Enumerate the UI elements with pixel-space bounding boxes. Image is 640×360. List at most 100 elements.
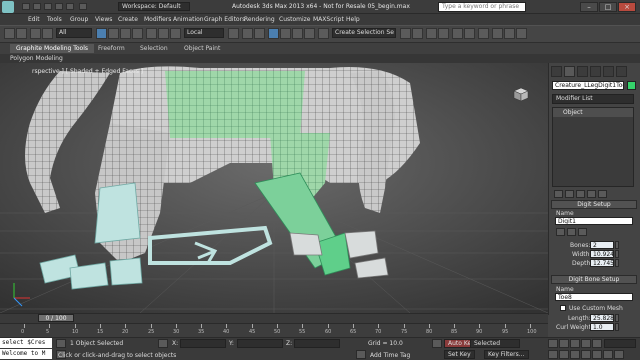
hierarchy-panel-icon[interactable] bbox=[577, 66, 588, 77]
digit-setup-rollout-header[interactable]: Digit Setup bbox=[551, 200, 637, 209]
bone-name-field[interactable]: Toe8 bbox=[555, 293, 633, 301]
percent-snap-icon[interactable] bbox=[292, 28, 303, 39]
maximize-button[interactable]: □ bbox=[599, 2, 617, 12]
add-time-tag-icon[interactable] bbox=[356, 350, 366, 359]
graphite-toggle-icon[interactable] bbox=[438, 28, 449, 39]
zoom-all-icon[interactable] bbox=[559, 350, 569, 359]
keyboard-shortcut-override-icon[interactable] bbox=[254, 28, 265, 39]
digit-name-field[interactable]: Digit1 bbox=[555, 217, 633, 225]
length-spinner[interactable] bbox=[615, 314, 619, 322]
remove-modifier-icon[interactable] bbox=[587, 190, 596, 198]
curl-weight-spinner[interactable] bbox=[615, 323, 619, 331]
menu-modifiers[interactable]: Modifiers bbox=[144, 16, 171, 23]
close-button[interactable]: × bbox=[618, 2, 636, 12]
absolute-offset-toggle-icon[interactable] bbox=[158, 339, 168, 348]
make-unique-icon[interactable] bbox=[576, 190, 585, 198]
zoom-icon[interactable] bbox=[548, 350, 558, 359]
display-panel-icon[interactable] bbox=[603, 66, 614, 77]
menu-graph-editors[interactable]: Graph Editors bbox=[204, 16, 245, 23]
set-key-button[interactable]: Set Key bbox=[444, 350, 475, 359]
play-icon[interactable] bbox=[570, 339, 580, 348]
key-icon[interactable] bbox=[432, 339, 442, 348]
new-file-icon[interactable] bbox=[22, 3, 30, 10]
save-file-icon[interactable] bbox=[44, 3, 52, 10]
render-production-icon[interactable] bbox=[516, 28, 527, 39]
stack-item-object[interactable]: Object bbox=[553, 108, 633, 117]
minimize-button[interactable]: – bbox=[580, 2, 598, 12]
key-filters-button[interactable]: Key Filters... bbox=[484, 350, 529, 359]
app-logo-icon[interactable] bbox=[2, 1, 14, 13]
polygon-modeling-label[interactable]: Polygon Modeling bbox=[10, 55, 63, 62]
tab-graphite-modeling-tools[interactable]: Graphite Modeling Tools bbox=[10, 44, 95, 53]
show-end-result-icon[interactable] bbox=[565, 190, 574, 198]
current-frame-field[interactable] bbox=[604, 339, 636, 348]
digit-bone-setup-rollout-header[interactable]: Digit Bone Setup bbox=[551, 275, 637, 284]
menu-help[interactable]: Help bbox=[346, 16, 360, 23]
select-link-icon[interactable] bbox=[30, 28, 41, 39]
curl-weight-field[interactable]: 1.0 bbox=[590, 323, 614, 331]
undo-icon[interactable] bbox=[4, 28, 15, 39]
menu-tools[interactable]: Tools bbox=[47, 16, 62, 23]
menu-rendering[interactable]: Rendering bbox=[244, 16, 275, 23]
select-manipulate-icon[interactable] bbox=[242, 28, 253, 39]
viewcube-icon[interactable] bbox=[511, 86, 531, 102]
named-selection-dropdown[interactable]: Create Selection Se bbox=[332, 28, 396, 38]
object-name-field[interactable]: Creature_LLegDigit1Toe8 bbox=[552, 81, 624, 90]
width-field[interactable]: 10.924 bbox=[590, 250, 614, 258]
menu-animation[interactable]: Animation bbox=[173, 16, 204, 23]
workspace-dropdown[interactable]: Workspace: Default bbox=[118, 2, 190, 11]
depth-field[interactable]: 12.745 bbox=[590, 259, 614, 267]
render-setup-icon[interactable] bbox=[492, 28, 503, 39]
open-file-icon[interactable] bbox=[33, 3, 41, 10]
angle-snap-icon[interactable] bbox=[280, 28, 291, 39]
y-coordinate-field[interactable] bbox=[237, 339, 283, 348]
window-crossing-icon[interactable] bbox=[132, 28, 143, 39]
tab-object-paint[interactable]: Object Paint bbox=[178, 44, 226, 53]
project-folder-icon[interactable] bbox=[79, 3, 87, 10]
modifier-list-dropdown[interactable]: Modifier List bbox=[552, 94, 634, 104]
pan-view-icon[interactable] bbox=[592, 350, 602, 359]
maxscript-listener-line-1[interactable]: select $Cres bbox=[0, 338, 52, 348]
tab-selection[interactable]: Selection bbox=[134, 44, 174, 53]
search-input[interactable]: Type a keyword or phrase bbox=[438, 2, 526, 12]
zoom-extents-icon[interactable] bbox=[570, 350, 580, 359]
orbit-icon[interactable] bbox=[603, 350, 613, 359]
time-slider[interactable]: 0 / 100 bbox=[38, 314, 74, 322]
bones-spinner[interactable] bbox=[615, 241, 619, 249]
undo-icon[interactable] bbox=[55, 3, 63, 10]
menu-edit[interactable]: Edit bbox=[28, 16, 40, 23]
spinner-snap-icon[interactable] bbox=[304, 28, 315, 39]
select-object-icon[interactable] bbox=[96, 28, 107, 39]
modify-panel-icon[interactable] bbox=[564, 66, 575, 77]
menu-customize[interactable]: Customize bbox=[279, 16, 311, 23]
snaps-toggle-icon[interactable] bbox=[268, 28, 279, 39]
mirror-paste-icon[interactable] bbox=[578, 228, 587, 236]
create-panel-icon[interactable] bbox=[551, 66, 562, 77]
menu-create[interactable]: Create bbox=[118, 16, 138, 23]
go-to-end-icon[interactable] bbox=[592, 339, 602, 348]
menu-group[interactable]: Group bbox=[70, 16, 88, 23]
width-spinner[interactable] bbox=[615, 250, 619, 258]
perspective-viewport[interactable] bbox=[0, 63, 548, 313]
rotate-icon[interactable] bbox=[158, 28, 169, 39]
rendered-frame-window-icon[interactable] bbox=[504, 28, 515, 39]
copy-icon[interactable] bbox=[556, 228, 565, 236]
isolate-selection-icon[interactable] bbox=[56, 339, 66, 348]
object-color-swatch[interactable] bbox=[627, 81, 636, 90]
pin-stack-icon[interactable] bbox=[554, 190, 563, 198]
go-to-start-icon[interactable] bbox=[548, 339, 558, 348]
previous-frame-icon[interactable] bbox=[559, 339, 569, 348]
use-custom-mesh-checkbox[interactable] bbox=[560, 305, 566, 311]
add-time-tag[interactable]: Add Time Tag bbox=[370, 352, 410, 359]
layer-manager-icon[interactable] bbox=[426, 28, 437, 39]
schematic-view-icon[interactable] bbox=[464, 28, 475, 39]
next-frame-icon[interactable] bbox=[581, 339, 591, 348]
material-editor-icon[interactable] bbox=[478, 28, 489, 39]
align-icon[interactable] bbox=[412, 28, 423, 39]
selection-filter-dropdown[interactable]: All bbox=[56, 28, 92, 38]
z-coordinate-field[interactable] bbox=[294, 339, 340, 348]
maxscript-listener-line-2[interactable]: Welcome to M bbox=[0, 349, 52, 359]
configure-modifier-sets-icon[interactable] bbox=[598, 190, 607, 198]
redo-icon[interactable] bbox=[66, 3, 74, 10]
bones-field[interactable]: 2 bbox=[590, 241, 614, 249]
